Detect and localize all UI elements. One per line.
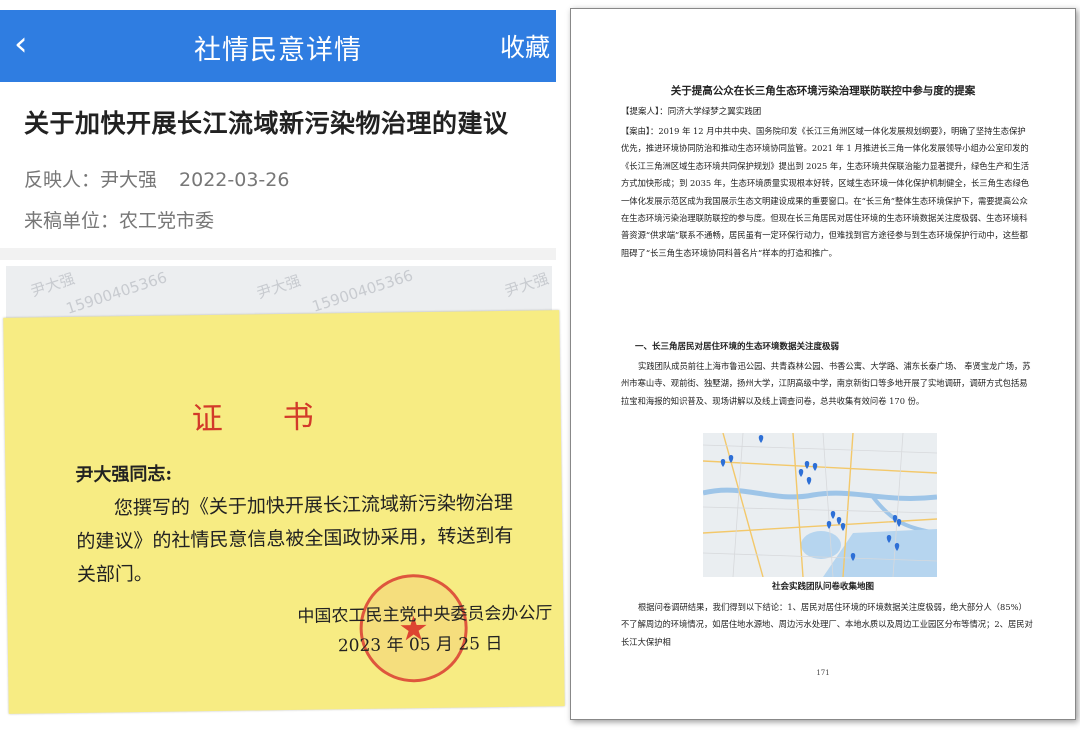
watermark-phone: 15900405366: [63, 268, 170, 318]
unit-line: 来稿单位：农工党市委: [24, 206, 214, 233]
watermark-phone: 15900405366: [309, 266, 416, 316]
document-paragraph: 根据问卷调研结果，我们得到以下结论：1、居民对居住环境的环境数据关注度极弱，绝大…: [621, 602, 1033, 647]
watermark-name: 尹大强: [28, 269, 77, 301]
reporter-line: 反映人：尹大强 2022-03-26: [24, 165, 289, 192]
nav-title: 社情民意详情: [194, 35, 362, 66]
unit-name: 农工党市委: [119, 210, 215, 232]
document-paragraph: 实践团队成员前往上海市鲁迅公园、共青森林公园、书香公寓、大学路、浦东长泰广场、 …: [621, 361, 1031, 406]
watermark-name: 尹大强: [254, 271, 303, 303]
certificate-photo: 证书 尹大强同志: 您撰写的《关于加快开展长江流域新污染物治理的建议》的社情民意…: [3, 310, 565, 714]
certificate-issuer: 中国农工民主党中央委员会办公厅: [297, 603, 553, 627]
article-date: 2022-03-26: [179, 169, 290, 191]
certificate-title: 证书: [191, 398, 374, 438]
document-page: 关于提高公众在长三角生态环境污染治理联防联控中参与度的提案 【提案人】：同济大学…: [570, 8, 1076, 720]
watermark-name: 尹大强: [502, 269, 551, 301]
top-navigation-bar: ‹ 社情民意详情 收藏: [0, 10, 556, 82]
document-title: 关于提高公众在长三角生态环境污染治理联防联控中参与度的提案: [670, 85, 976, 97]
document-proposer: 【提案人】：同济大学绿梦之翼实践团: [621, 107, 762, 117]
page-number: 171: [816, 669, 830, 677]
favorite-button[interactable]: 收藏: [500, 28, 550, 64]
document-reason: 【案由】：2019 年 12 月中共中央、国务院印发《长江三角洲区域一体化发展规…: [621, 126, 1030, 258]
official-seal: ★: [358, 573, 469, 683]
document-heading: 一、长三角居民对居住环境的生态环境数据关注度极弱: [635, 342, 840, 352]
reporter-label: 反映人：: [24, 169, 101, 191]
unit-label: 来稿单位：: [24, 210, 120, 232]
section-divider: [0, 248, 556, 260]
map-drawing: [703, 433, 937, 577]
article-title: 关于加快开展长江流域新污染物治理的建议: [24, 109, 509, 138]
certificate-date: 2023 年 05 月 25 日: [337, 633, 503, 657]
survey-location-map: [703, 433, 937, 577]
certificate-body: 您撰写的《关于加快开展长江流域新污染物治理的建议》的社情民意信息被全国政协采用，…: [76, 491, 514, 586]
reporter-name: 尹大强: [100, 169, 158, 191]
certificate-addressee: 尹大强同志:: [75, 463, 173, 486]
map-caption: 社会实践团队问卷收集地图: [771, 582, 874, 592]
